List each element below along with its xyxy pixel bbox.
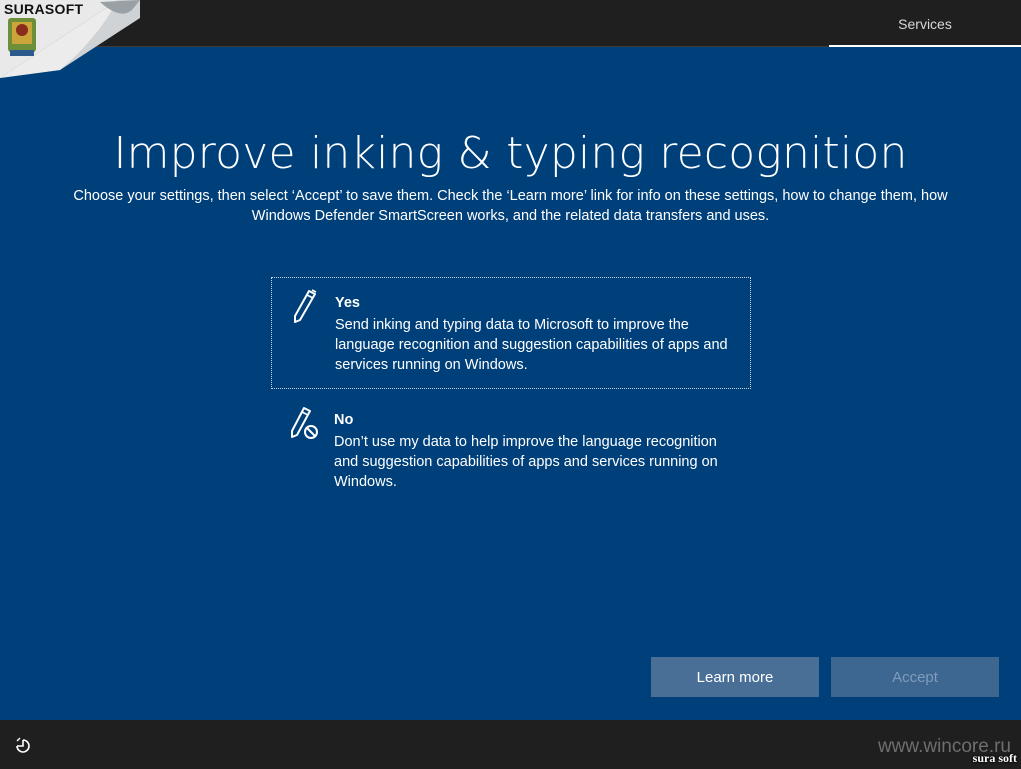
watermark-brand: sura soft [972,751,1017,765]
corner-brand-label: SURASOFT [4,1,84,17]
option-yes-label: Yes [335,295,360,311]
learn-more-button[interactable]: Learn more [651,657,819,697]
tab-active-underline [829,45,1021,47]
page-subtitle: Choose your settings, then select ‘Accep… [73,188,948,224]
pen-blocked-icon [291,407,318,439]
oobe-screen: Services SURASOFT Improve inking & typin… [0,0,1021,769]
option-no-label: No [334,412,354,428]
option-no-description: Don’t use my data to help improve the la… [334,434,718,490]
page-title: Improve inking & typing recognition [113,128,908,179]
tab-services-label: Services [898,15,952,32]
tab-services[interactable]: Services [829,0,1021,47]
accept-button[interactable]: Accept [831,657,999,697]
option-yes-description: Send inking and typing data to Microsoft… [335,317,728,373]
bottom-bar [0,720,1021,769]
corner-logo: SURASOFT [0,0,140,80]
option-yes[interactable]: Yes Send inking and typing data to Micro… [271,277,751,389]
ease-of-access-icon[interactable] [13,736,33,756]
pen-icon [294,289,317,323]
option-no[interactable]: No Don’t use my data to help improve the… [271,395,751,495]
top-bar: Services [0,0,1021,47]
